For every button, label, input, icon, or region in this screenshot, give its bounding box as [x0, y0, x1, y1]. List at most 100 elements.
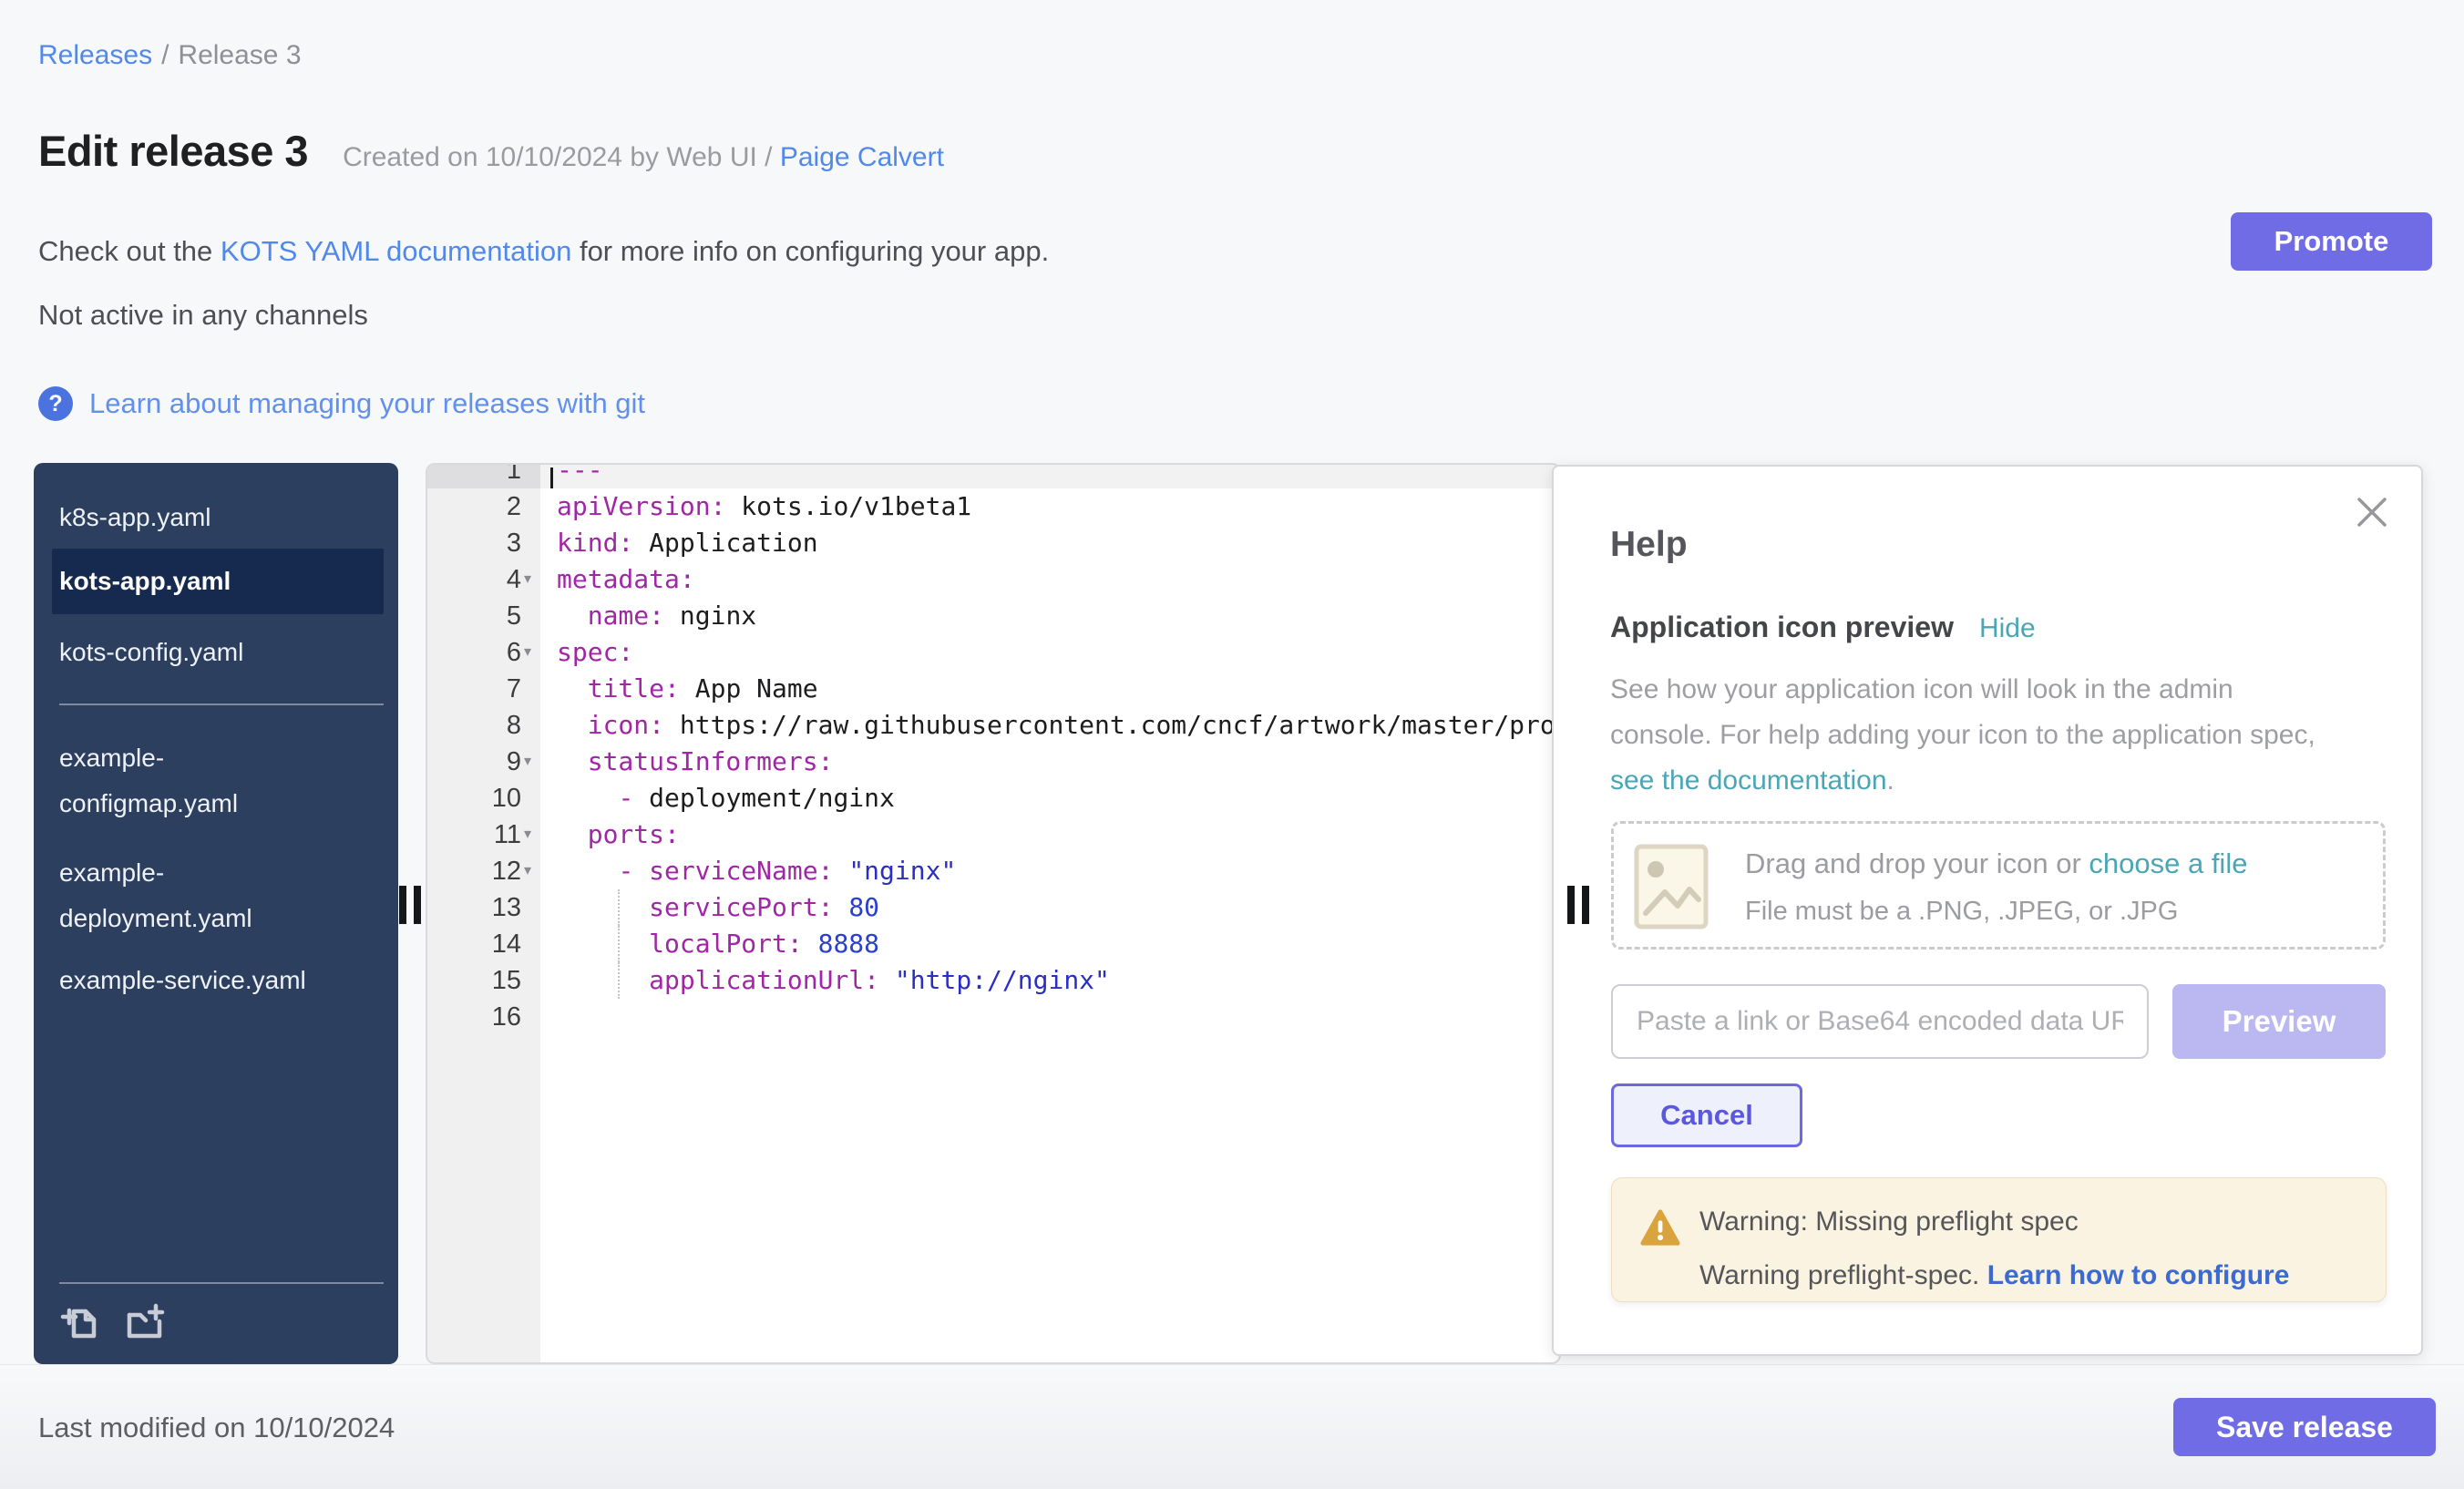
- code-line[interactable]: 12▾ - serviceName: "nginx": [427, 853, 1559, 889]
- code-text: name: nginx: [557, 598, 756, 634]
- code-lines: 1---2 apiVersion: kots.io/v1beta1 3 kind: A…: [427, 463, 1559, 1035]
- promote-button[interactable]: Promote: [2231, 212, 2432, 271]
- code-line[interactable]: 2 apiVersion: kots.io/v1beta1: [427, 488, 1559, 525]
- add-folder-icon[interactable]: [125, 1302, 167, 1344]
- line-number: 12: [427, 853, 521, 889]
- code-line[interactable]: 5 name: nginx: [427, 598, 1559, 634]
- code-text: title: App Name: [557, 671, 818, 707]
- sidebar-file-item[interactable]: kots-config.yaml: [34, 636, 384, 669]
- file-list-divider: [59, 703, 384, 705]
- line-number: 11: [427, 816, 521, 853]
- learn-configure-link[interactable]: Learn how to configure: [1987, 1260, 2290, 1290]
- description-line-2: console. For help adding your icon to th…: [1610, 713, 2315, 758]
- resize-handle-left-bar2[interactable]: [414, 886, 421, 924]
- sidebar-file-list: k8s-app.yaml kots-app.yaml kots-config.yam…: [34, 501, 398, 669]
- code-text: - deployment/nginx: [557, 780, 895, 816]
- choose-file-link[interactable]: choose a file: [2089, 847, 2247, 879]
- warning-detail: Warning preflight-spec. Learn how to con…: [1699, 1259, 2289, 1292]
- sidebar-example-item[interactable]: example-service.yaml: [34, 958, 334, 1003]
- code-line[interactable]: 9▾ statusInformers:: [427, 744, 1559, 780]
- hide-link[interactable]: Hide: [1979, 613, 2036, 644]
- fold-arrow-icon[interactable]: ▾: [524, 816, 531, 853]
- line-number: 7: [427, 671, 521, 707]
- doc-prefix: Check out the: [38, 235, 212, 267]
- line-number: 8: [427, 707, 521, 744]
- code-text: ---: [557, 463, 603, 488]
- sidebar-file-item[interactable]: k8s-app.yaml: [34, 501, 384, 534]
- save-release-button[interactable]: Save release: [2173, 1398, 2436, 1456]
- code-line[interactable]: 16: [427, 999, 1559, 1035]
- last-modified: Last modified on 10/10/2024: [38, 1412, 395, 1444]
- code-line[interactable]: 14 localPort: 8888: [427, 926, 1559, 962]
- dropzone-prompt-text: Drag and drop your icon or: [1745, 847, 2081, 879]
- channel-status: Not active in any channels: [38, 299, 368, 332]
- dropzone-prompt: Drag and drop your icon or choose a file: [1745, 847, 2247, 880]
- resize-handle-left-bar1[interactable]: [399, 886, 406, 924]
- line-number: 3: [427, 525, 521, 561]
- fold-arrow-icon[interactable]: ▾: [524, 853, 531, 889]
- code-text: - serviceName: "nginx": [557, 853, 956, 889]
- see-docs-link[interactable]: see the documentation: [1610, 765, 1887, 796]
- cancel-button[interactable]: Cancel: [1611, 1083, 1802, 1147]
- icon-url-input[interactable]: [1611, 984, 2149, 1059]
- code-line[interactable]: 11▾ ports:: [427, 816, 1559, 853]
- code-line[interactable]: 13 servicePort: 80: [427, 889, 1559, 926]
- code-line[interactable]: 8 icon: https://raw.githubusercontent.co…: [427, 707, 1559, 744]
- sidebar-example-list: example-configmap.yaml example-deployment…: [34, 735, 398, 1003]
- code-text: servicePort: 80: [557, 889, 879, 926]
- page-title: Edit release 3: [38, 126, 308, 176]
- resize-handle-right-bar1[interactable]: [1567, 886, 1575, 924]
- line-number: 14: [427, 926, 521, 962]
- sidebar-bottom: [59, 1282, 384, 1350]
- description-line-3: see the documentation.: [1610, 758, 2315, 804]
- code-text: metadata:: [557, 561, 695, 598]
- line-number: 6: [427, 634, 521, 671]
- code-text: icon: https://raw.githubusercontent.com/…: [557, 707, 1561, 744]
- line-number: 13: [427, 889, 521, 926]
- code-line[interactable]: 15 applicationUrl: "http://nginx": [427, 962, 1559, 999]
- code-text: kind: Application: [557, 525, 818, 561]
- edit-release-page: Releases/Release 3 Edit release 3 Create…: [0, 0, 2464, 1489]
- fold-arrow-icon[interactable]: ▾: [524, 744, 531, 780]
- close-icon[interactable]: [2352, 492, 2392, 532]
- code-line[interactable]: 3 kind: Application: [427, 525, 1559, 561]
- line-number: 16: [427, 999, 521, 1035]
- kots-doc-line: Check out the KOTS YAML documentation fo…: [38, 235, 1049, 268]
- code-cursor: [550, 467, 553, 488]
- question-icon: ?: [38, 386, 73, 421]
- code-line[interactable]: 4▾metadata:: [427, 561, 1559, 598]
- sidebar-file-item[interactable]: kots-app.yaml: [52, 549, 384, 614]
- git-releases-link[interactable]: Learn about managing your releases with …: [89, 387, 645, 420]
- line-number: 2: [427, 488, 521, 525]
- sidebar-example-item[interactable]: example-deployment.yaml: [34, 850, 334, 941]
- kots-doc-link[interactable]: KOTS YAML documentation: [221, 235, 571, 267]
- breadcrumb-current: Release 3: [178, 40, 301, 70]
- icon-preview-title: Application icon preview: [1610, 611, 1954, 644]
- created-by-link[interactable]: Paige Calvert: [780, 142, 944, 172]
- file-sidebar: k8s-app.yaml kots-app.yaml kots-config.yam…: [34, 463, 398, 1364]
- line-number: 15: [427, 962, 521, 999]
- code-line[interactable]: 7 title: App Name: [427, 671, 1559, 707]
- fold-arrow-icon[interactable]: ▾: [524, 561, 531, 598]
- git-help-row: ? Learn about managing your releases wit…: [38, 386, 645, 421]
- resize-handle-right-bar2[interactable]: [1582, 886, 1589, 924]
- preview-button[interactable]: Preview: [2172, 984, 2386, 1059]
- sidebar-actions: [59, 1302, 384, 1350]
- icon-dropzone[interactable]: Drag and drop your icon or choose a file…: [1611, 821, 2386, 950]
- add-file-icon[interactable]: [59, 1302, 101, 1344]
- sidebar-example-item[interactable]: example-configmap.yaml: [34, 735, 334, 827]
- code-text: localPort: 8888: [557, 926, 879, 962]
- breadcrumb-releases-link[interactable]: Releases: [38, 40, 152, 70]
- title-row: Edit release 3 Created on 10/10/2024 by …: [38, 126, 944, 176]
- image-placeholder-icon: [1634, 844, 1709, 929]
- yaml-editor[interactable]: 1---2 apiVersion: kots.io/v1beta1 3 kind: A…: [426, 463, 1561, 1364]
- code-line[interactable]: 10 - deployment/nginx: [427, 780, 1559, 816]
- warning-icon: [1639, 1207, 1681, 1248]
- code-line[interactable]: 6▾ spec:: [427, 634, 1559, 671]
- line-number: 10: [427, 780, 521, 816]
- line-number: 5: [427, 598, 521, 634]
- code-line[interactable]: 1---: [427, 463, 1559, 488]
- code-text: apiVersion: kots.io/v1beta1: [557, 488, 971, 525]
- code-text: spec:: [557, 634, 633, 671]
- fold-arrow-icon[interactable]: ▾: [524, 634, 531, 671]
